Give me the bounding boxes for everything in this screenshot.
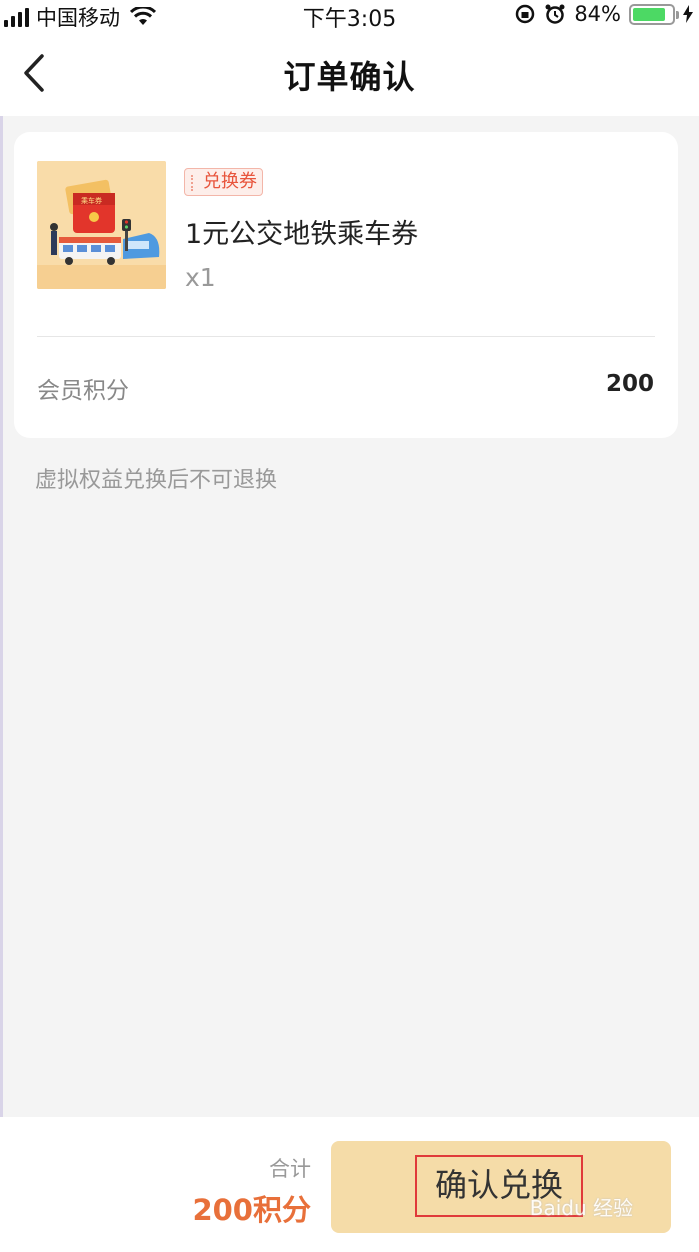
status-right: 84% bbox=[514, 2, 693, 26]
rotation-lock-icon bbox=[516, 4, 535, 24]
battery-percent: 84% bbox=[574, 2, 621, 26]
product-quantity: x1 bbox=[185, 263, 216, 292]
battery-fill bbox=[633, 7, 665, 21]
left-edge-strip bbox=[0, 116, 3, 1117]
points-label: 会员积分 bbox=[37, 378, 129, 404]
status-bar: 中国移动 下午3:05 84% bbox=[0, 0, 699, 32]
coupon-badge: 兑换券 bbox=[184, 168, 263, 196]
product-name: 1元公交地铁乘车券 bbox=[185, 219, 419, 250]
nav-bar: 订单确认 bbox=[0, 30, 699, 116]
image-label-text: 乘车券 bbox=[81, 196, 102, 205]
bottom-bar: 合计 200积分 确认兑换 Baidu 经验 bbox=[0, 1117, 699, 1252]
charging-bolt-icon bbox=[683, 5, 693, 23]
alarm-icon bbox=[545, 4, 565, 24]
battery-icon bbox=[629, 3, 679, 25]
watermark-logo: Baidu 经验 bbox=[529, 1196, 633, 1220]
product-image: 乘车券 bbox=[37, 161, 166, 289]
points-value: 200 bbox=[605, 371, 654, 397]
refund-notice: 虚拟权益兑换后不可退换 bbox=[35, 468, 278, 493]
total-value: 200积分 bbox=[192, 1193, 311, 1227]
divider bbox=[37, 336, 655, 337]
total-label: 合计 bbox=[269, 1157, 311, 1181]
order-card: 乘车券 兑换券 1元公交地铁乘车券 x1 会员积分 200 bbox=[14, 132, 678, 438]
page-title: 订单确认 bbox=[283, 58, 416, 96]
bus-ticket-illustration: 乘车券 bbox=[37, 161, 166, 289]
confirm-exchange-button[interactable]: 确认兑换 Baidu 经验 bbox=[331, 1141, 671, 1233]
